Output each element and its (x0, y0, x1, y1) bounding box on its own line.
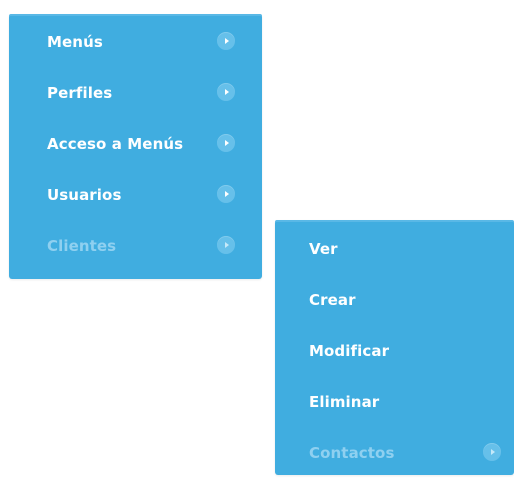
submenu-item-contactos[interactable]: Contactos (275, 427, 514, 478)
menu-item-label: Ver (309, 239, 338, 258)
submenu-item-crear[interactable]: Crear (275, 274, 514, 325)
chevron-right-circle-icon (217, 32, 235, 50)
main-menu-item-menus[interactable]: Menús (9, 16, 262, 67)
submenu-item-ver[interactable]: Ver (275, 223, 514, 274)
chevron-right-circle-icon (217, 134, 235, 152)
main-menu-item-clientes[interactable]: Clientes (9, 220, 262, 271)
menu-item-label: Perfiles (47, 83, 113, 102)
chevron-right-circle-icon (483, 443, 501, 461)
submenu-item-modificar[interactable]: Modificar (275, 325, 514, 376)
clientes-submenu: Ver Crear Modificar Eliminar Contactos (275, 220, 514, 475)
menu-item-label: Menús (47, 32, 103, 51)
menu-item-label: Modificar (309, 341, 390, 360)
submenu-item-eliminar[interactable]: Eliminar (275, 376, 514, 427)
main-menu-item-usuarios[interactable]: Usuarios (9, 169, 262, 220)
menu-item-label: Acceso a Menús (47, 134, 184, 153)
chevron-right-circle-icon (217, 185, 235, 203)
chevron-right-circle-icon (217, 236, 235, 254)
main-menu-item-acceso-a-menus[interactable]: Acceso a Menús (9, 118, 262, 169)
menu-item-label: Eliminar (309, 392, 380, 411)
menu-item-label: Usuarios (47, 185, 122, 204)
main-menu: Menús Perfiles Acceso a Menús Usuarios C… (9, 14, 262, 279)
main-menu-item-perfiles[interactable]: Perfiles (9, 67, 262, 118)
menu-item-label: Crear (309, 290, 356, 309)
menu-item-label: Contactos (309, 443, 395, 462)
chevron-right-circle-icon (217, 83, 235, 101)
menu-item-label: Clientes (47, 236, 117, 255)
